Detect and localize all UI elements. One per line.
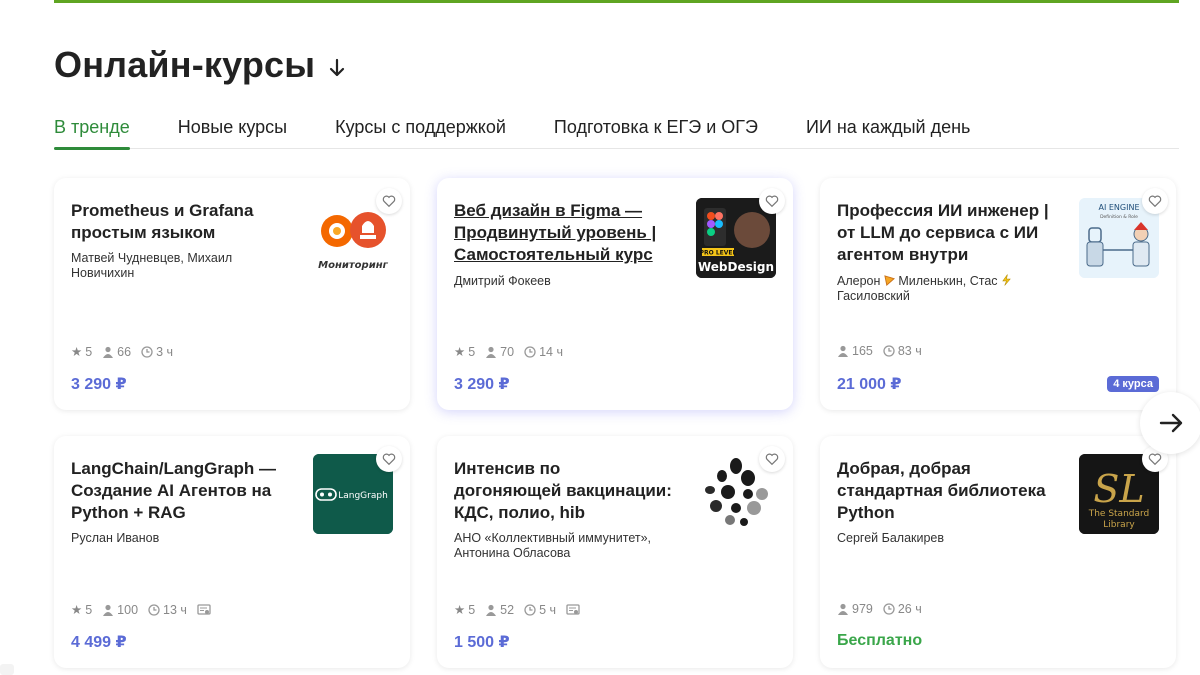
students-stat: 100 <box>102 603 138 617</box>
section-title: Онлайн-курсы <box>54 44 316 85</box>
favorite-heart-icon[interactable] <box>759 188 785 214</box>
clock-icon <box>524 345 536 358</box>
sl-monogram: SL <box>1093 467 1144 511</box>
star-icon: ★ <box>454 603 466 617</box>
course-title[interactable]: LangChain/LangGraph — Создание AI Агенто… <box>71 458 289 524</box>
star-icon: ★ <box>454 345 466 359</box>
course-authors: Сергей Балакирев <box>837 531 945 545</box>
students-stat: 66 <box>102 345 131 359</box>
course-price: 4 499 ₽ <box>71 634 127 651</box>
course-title[interactable]: Добрая, добрая стандартная библиотека Py… <box>837 458 1055 524</box>
rating-stat: ★ 5 <box>454 344 476 360</box>
svg-text:Definition & Role: Definition & Role <box>1100 214 1138 220</box>
course-card[interactable]: Prometheus и Grafana простым языком Матв… <box>54 178 410 410</box>
duration-stat: 13 ч <box>148 603 187 617</box>
thumb-caption: Мониторинг <box>318 260 388 271</box>
course-price: Бесплатно <box>837 632 923 649</box>
rating-stat: ★ 5 <box>71 344 93 360</box>
course-price: 3 290 ₽ <box>454 376 510 393</box>
course-card[interactable]: Интенсив по догоняющей вакцинации: КДС, … <box>437 436 793 668</box>
person-icon <box>486 346 497 358</box>
students-stat: 52 <box>485 603 514 617</box>
pizza-icon <box>884 275 895 286</box>
duration-stat: 5 ч <box>524 603 556 617</box>
course-stats: ★ 5 100 13 ч <box>71 602 211 617</box>
person-icon <box>103 604 114 616</box>
tab-new-courses[interactable]: Новые курсы <box>178 113 287 149</box>
tab-exam-prep[interactable]: Подготовка к ЕГЭ и ОГЭ <box>554 113 758 149</box>
svg-text:Library: Library <box>1103 520 1135 530</box>
course-stats: 165 83 ч <box>837 344 922 358</box>
tab-supported-courses[interactable]: Курсы с поддержкой <box>335 113 506 149</box>
course-stats: 979 26 ч <box>837 602 922 616</box>
clock-icon <box>883 603 895 615</box>
course-title[interactable]: Интенсив по догоняющей вакцинации: КДС, … <box>454 458 672 524</box>
person-icon <box>103 346 114 358</box>
top-accent-bar <box>54 0 1179 3</box>
course-stats: ★ 5 70 14 ч <box>454 344 563 360</box>
bundle-badge: 4 курса <box>1107 376 1159 392</box>
star-icon: ★ <box>71 603 83 617</box>
course-card[interactable]: Веб дизайн в Figma — Продвинутый уровень… <box>437 178 793 410</box>
course-price: 1 500 ₽ <box>454 634 510 651</box>
course-authors: АНО «Коллективный иммунитет», Антонина О… <box>454 531 652 560</box>
clock-icon <box>524 603 536 616</box>
students-stat: 979 <box>837 602 873 616</box>
duration-stat: 26 ч <box>883 602 922 616</box>
course-authors: Матвей Чудневцев, Михаил Новичихин <box>71 251 233 280</box>
course-card[interactable]: LangChain/LangGraph — Создание AI Агенто… <box>54 436 410 668</box>
rating-stat: ★ 5 <box>454 602 476 618</box>
students-stat: 70 <box>485 345 514 359</box>
course-authors: Дмитрий Фокеев <box>454 274 551 288</box>
duration-stat: 3 ч <box>141 345 173 359</box>
arrow-right-icon <box>1159 413 1183 433</box>
clock-icon <box>883 345 895 357</box>
clock-icon <box>148 603 160 616</box>
students-stat: 165 <box>837 344 873 358</box>
clock-icon <box>141 345 153 358</box>
corner-widget <box>0 664 14 675</box>
lightning-icon <box>1002 274 1011 286</box>
certificate-icon <box>566 603 580 615</box>
svg-text:The Standard: The Standard <box>1088 509 1150 519</box>
star-icon: ★ <box>71 345 83 359</box>
duration-stat: 14 ч <box>524 345 563 359</box>
course-price: 21 000 ₽ <box>837 376 902 393</box>
course-title[interactable]: Профессия ИИ инженер | от LLM до сервиса… <box>837 200 1055 266</box>
certificate-icon <box>197 603 211 615</box>
tab-ai-everyday[interactable]: ИИ на каждый день <box>806 113 970 149</box>
course-authors: Алерон Миленькин, Стас Гасиловский <box>837 274 1047 304</box>
course-stats: ★ 5 52 5 ч <box>454 602 580 617</box>
person-icon <box>838 603 848 615</box>
svg-text:PRO LEVEL: PRO LEVEL <box>700 250 737 257</box>
duration-stat: 83 ч <box>883 344 922 358</box>
svg-text:LangGraph: LangGraph <box>338 491 388 501</box>
course-authors: Руслан Иванов <box>71 531 160 545</box>
favorite-heart-icon[interactable] <box>759 446 785 472</box>
svg-text:AI ENGINE: AI ENGINE <box>1098 203 1139 212</box>
person-icon <box>486 604 497 616</box>
course-card[interactable]: Добрая, добрая стандартная библиотека Py… <box>820 436 1176 668</box>
favorite-heart-icon[interactable] <box>1142 188 1168 214</box>
svg-text:WebDesign: WebDesign <box>698 260 774 274</box>
person-icon <box>838 345 848 357</box>
course-title[interactable]: Prometheus и Grafana простым языком <box>71 200 289 244</box>
rating-stat: ★ 5 <box>71 602 93 618</box>
course-title[interactable]: Веб дизайн в Figma — Продвинутый уровень… <box>454 200 672 266</box>
arrow-down-icon <box>330 58 345 77</box>
course-price: 3 290 ₽ <box>71 376 127 393</box>
carousel-next-button[interactable] <box>1140 392 1200 454</box>
course-card[interactable]: Профессия ИИ инженер | от LLM до сервиса… <box>820 178 1176 410</box>
tab-trending[interactable]: В тренде <box>54 113 130 150</box>
favorite-heart-icon[interactable] <box>376 446 402 472</box>
favorite-heart-icon[interactable] <box>376 188 402 214</box>
section-heading[interactable]: Онлайн-курсы <box>54 44 349 86</box>
course-tabs: В тренде Новые курсы Курсы с поддержкой … <box>54 113 1179 150</box>
course-stats: ★ 5 66 3 ч <box>71 344 173 360</box>
